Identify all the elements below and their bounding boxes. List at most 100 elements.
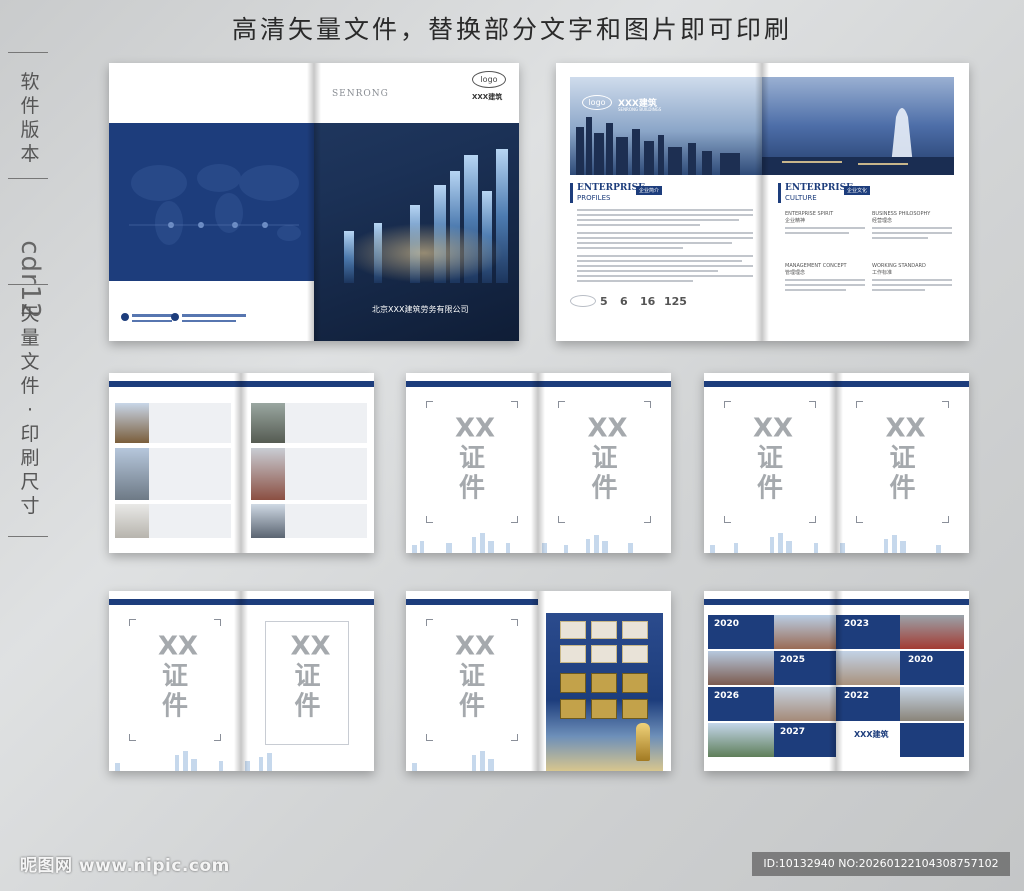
company-short: XXX建筑 [472,93,503,101]
history-photo [900,615,964,649]
divider [8,178,48,179]
certificate-page: XX证件 [704,373,836,553]
certificate-page: XX证件 [241,591,374,771]
divider [8,284,48,285]
certificate-placeholder: XX证件 [587,413,628,504]
culture-heading: ENTERPRISE [785,183,853,193]
stat-value: 5 [600,295,608,308]
stat-badge [570,295,596,307]
logo-mark: logo [472,71,506,88]
certificates-spread: XX证件 XX证件 [406,373,671,553]
honors-wall-image [546,613,663,771]
certificates-spread: XX证件 XX证件 [704,373,969,553]
world-map-band [109,123,314,281]
culture-subheading: CULTURE [785,194,817,202]
profile-spread: logo XXX建筑 SENRONG BUILDINGS ENTERPRISE … [556,63,969,341]
print-size-label: 矢量文件·印刷尺寸 [20,303,40,517]
company-full: 北京XXX建筑劳务有限公司 [372,305,469,314]
history-photo [836,651,900,685]
company-en: SENRONG BUILDINGS [618,107,662,112]
address-info [171,313,251,322]
certificate-placeholder: XX证件 [158,631,199,722]
profile-page: logo XXX建筑 SENRONG BUILDINGS ENTERPRISE … [556,63,762,341]
project-photo [115,448,149,500]
divider [8,52,48,53]
watermark-brand: 昵图网 www.nipic.com [20,856,230,876]
side-label-column: 软件版本 cdr12 矢量文件·印刷尺寸 [0,52,52,542]
honors-page [538,591,671,771]
image-id-bar: ID:10132940 NO:20260122104308757102 [752,852,1010,876]
skyline-graphic [245,753,272,771]
year-label: 2023 [844,619,870,629]
logo-mark: logo [582,95,612,110]
history-page-left: 2020 2025 2026 2027 [704,591,836,771]
profile-subheading: PROFILES [577,194,611,202]
cover-front-page: SENRONG logo XXX建筑 北京XXX建筑劳务有限公司 [314,63,519,341]
certificate-page: XX证件 [406,591,538,771]
skyline-graphic [412,533,510,553]
location-icon [171,313,179,321]
brand-en: SENRONG [332,89,389,99]
certificates-spread: XX证件 XX证件 [109,591,374,771]
year-label: 2020 [908,655,934,665]
year-label: 2025 [780,655,806,665]
history-photo [900,687,964,721]
project-photo [251,504,285,538]
skyline-graphic [840,535,941,553]
culture-tag: 企业文化 [844,186,871,195]
history-photo [708,651,774,685]
history-page-right: 2023 2020 2022 XXX建筑 [836,591,969,771]
software-version-label: 软件版本 [20,71,40,165]
company-name: XXX建筑 [854,730,889,739]
certificate-placeholder: XX证件 [290,631,331,722]
culture-item: MANAGEMENT CONCEPT 管理理念 [785,263,865,291]
city-render-image [314,123,519,283]
headline: 高清矢量文件，替换部分文字和图片即可印刷 [231,15,792,44]
cover-back-page [109,63,314,341]
trophy-icon [636,723,650,761]
culture-page: ENTERPRISE CULTURE 企业文化 ENTERPRISE SPIRI… [762,63,969,341]
project-photo [251,403,285,443]
culture-item: BUSINESS PHILOSOPHY 经营理念 [872,211,952,239]
certificate-placeholder: XX证件 [455,413,496,504]
culture-item: ENTERPRISE SPIRIT 企业精神 [785,211,865,234]
projects-page-right [241,373,374,553]
honors-spread: XX证件 [406,591,671,771]
profile-body-text [577,209,753,282]
year-label: 2022 [844,691,870,701]
profile-tag: 企业简介 [636,186,663,195]
project-photo [115,403,149,443]
certificate-page: XX证件 [109,591,241,771]
cover-spread: SENRONG logo XXX建筑 北京XXX建筑劳务有限公司 [109,63,519,341]
history-photo [708,723,774,757]
certificate-placeholder: XX证件 [885,413,926,504]
profile-heading: ENTERPRISE [577,183,645,193]
skyline-graphic [710,533,818,553]
culture-item: WORKING STANDARD 工作标准 [872,263,952,291]
skyline-graphic [412,751,494,771]
year-label: 2027 [780,727,806,737]
city-night-photo [762,77,954,175]
history-spread: 2020 2025 2026 2027 2023 2020 2022 XXX建筑 [704,591,969,771]
certificate-placeholder: XX证件 [455,631,496,722]
certificate-page: XX证件 [836,373,969,553]
project-photo [251,448,285,500]
skyline-photo [570,77,762,175]
stat-value: 16 [640,295,656,308]
certificate-placeholder: XX证件 [753,413,794,504]
history-photo [774,687,836,721]
divider [8,536,48,537]
history-photo [774,615,836,649]
skyline-graphic [542,535,633,553]
year-label: 2020 [714,619,740,629]
phone-icon [121,313,129,321]
stat-value: 125 [664,295,687,308]
projects-page-left [109,373,241,553]
project-photo [115,504,149,538]
year-label: 2026 [714,691,740,701]
projects-spread [109,373,374,553]
certificate-page: XX证件 [406,373,538,553]
world-map-graphic [129,164,301,245]
stat-value: 6 [620,295,628,308]
certificate-page: XX证件 [538,373,671,553]
